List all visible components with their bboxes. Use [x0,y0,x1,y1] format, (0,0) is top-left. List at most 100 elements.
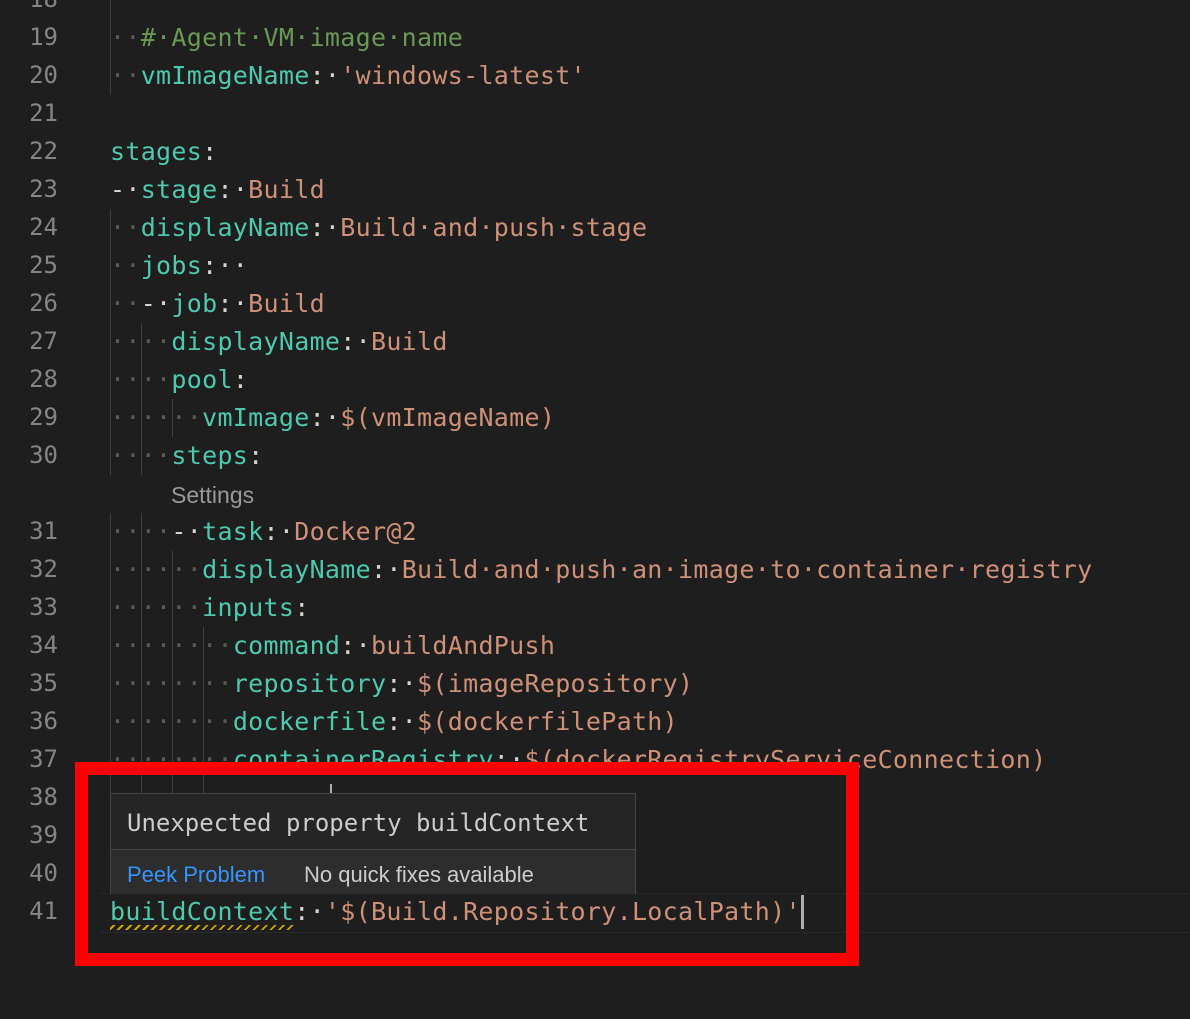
line-code: ····steps: [110,441,264,470]
line-number: 21 [29,99,58,127]
line-number: 30 [29,441,58,469]
line-code: ··#·Agent·VM·image·name [110,23,463,52]
token: : [294,593,310,622]
token: :· [370,555,402,584]
line-number: 39 [29,821,58,849]
token: #·Agent·VM·image·name [140,23,464,52]
code-line[interactable]: 19 ··#·Agent·VM·image·name [0,19,1190,57]
token: stage [140,175,218,204]
code-line[interactable]: 32 ······displayName:·Build·and·push·an·i… [0,551,1190,589]
line-code: ······inputs: [110,593,310,622]
token: Build [248,289,325,318]
token: : [248,441,264,470]
token: repository [232,669,387,698]
token: pool [171,365,233,394]
code-line[interactable]: 23 -·stage:·Build [0,171,1190,209]
line-code: ········dockerfile:·$(dockerfilePath) [110,707,678,736]
line-number: 33 [29,593,58,621]
token: :· [386,707,418,736]
token: ······ [110,403,203,432]
code-line[interactable]: 29 ······vmImage:·$(vmImageName) [0,399,1190,437]
token: $(dockerfilePath) [417,707,679,736]
code-line[interactable]: 18 [0,0,1190,19]
token: Build·and·push·an·image·to·container·reg… [401,555,1093,584]
token: ········ [110,669,233,698]
code-line[interactable]: 30 ····steps: [0,437,1190,475]
line-number: 35 [29,669,58,697]
line-number: 37 [29,745,58,773]
token: steps [171,441,249,470]
line-number: 36 [29,707,58,735]
code-line[interactable]: 28 ····pool: [0,361,1190,399]
token: Build [248,175,325,204]
line-number: 32 [29,555,58,583]
token: ········ [110,631,233,660]
code-line[interactable]: 24 ··displayName:·Build·and·push·stage [0,209,1190,247]
token: ·· [110,61,141,90]
line-code: ····pool: [110,365,248,394]
token: ·· [110,289,141,318]
line-number: 38 [29,783,58,811]
code-line[interactable]: 33 ······inputs: [0,589,1190,627]
token: stages [110,137,203,166]
token: task [202,517,264,546]
code-line[interactable]: 27 ····displayName:·Build [0,323,1190,361]
token: Docker@2 [294,517,418,546]
code-line[interactable]: 26 ··-·job:·Build [0,285,1190,323]
token: ·· [110,251,141,280]
line-code: ········repository:·$(imageRepository) [110,669,693,698]
token: ······ [110,555,203,584]
code-line[interactable]: 21 [0,95,1190,133]
line-number: 26 [29,289,58,317]
code-line[interactable]: 31 ····-·task:·Docker@2 [0,513,1190,551]
token: :· [386,669,418,698]
line-number: 25 [29,251,58,279]
token: :· [217,175,249,204]
token: ···· [110,365,172,394]
code-line[interactable]: 22 stages: [0,133,1190,171]
token: vmImageName [140,61,310,90]
line-number: 40 [29,859,58,887]
token: : [232,365,249,394]
token: inputs [202,593,295,622]
token: ······ [110,593,203,622]
code-editor[interactable]: 1819··#·Agent·VM·image·name20··vmImageNa… [0,0,1190,1019]
token: buildAndPush [370,631,556,660]
token: vmImage [202,403,310,432]
token: Build [370,327,448,356]
token: displayName [140,213,310,242]
token: ·· [110,23,141,52]
token: :· [309,61,341,90]
token: ·· [110,213,141,242]
line-code: ··vmImageName:·'windows-latest' [110,61,586,90]
token: :· [309,403,341,432]
line-number: 19 [29,23,58,51]
line-code: ··-·job:·Build [110,289,325,318]
token: displayName [202,555,371,584]
token: :·· [202,251,249,280]
line-code: ········command:·buildAndPush [110,631,555,660]
code-line[interactable]: 20 ··vmImageName:·'windows-latest' [0,57,1190,95]
token: :· [340,327,371,356]
code-line[interactable]: 36 ········dockerfile:·$(dockerfilePath) [0,703,1190,741]
line-code: ··jobs:·· [110,251,248,280]
code-line[interactable]: 34 ········command:·buildAndPush [0,627,1190,665]
token: :· [340,631,371,660]
highlight-annotation-box [75,762,859,966]
line-number: 34 [29,631,58,659]
token: -· [110,175,141,204]
codelens-settings[interactable]: Settings [171,482,254,509]
token: ···· [110,441,172,470]
line-number: 28 [29,365,58,393]
token: dockerfile [232,707,387,736]
line-code: ··displayName:·Build·and·push·stage [110,213,647,242]
token: $(imageRepository) [417,669,694,698]
token: command [232,631,341,660]
line-number: 22 [29,137,58,165]
line-code: ····displayName:·Build [110,327,448,356]
code-line[interactable]: 25 ··jobs:·· [0,247,1190,285]
code-line[interactable]: 35 ········repository:·$(imageRepository) [0,665,1190,703]
line-number: 20 [29,61,58,89]
token: $(vmImageName) [340,403,556,432]
line-number: 27 [29,327,58,355]
